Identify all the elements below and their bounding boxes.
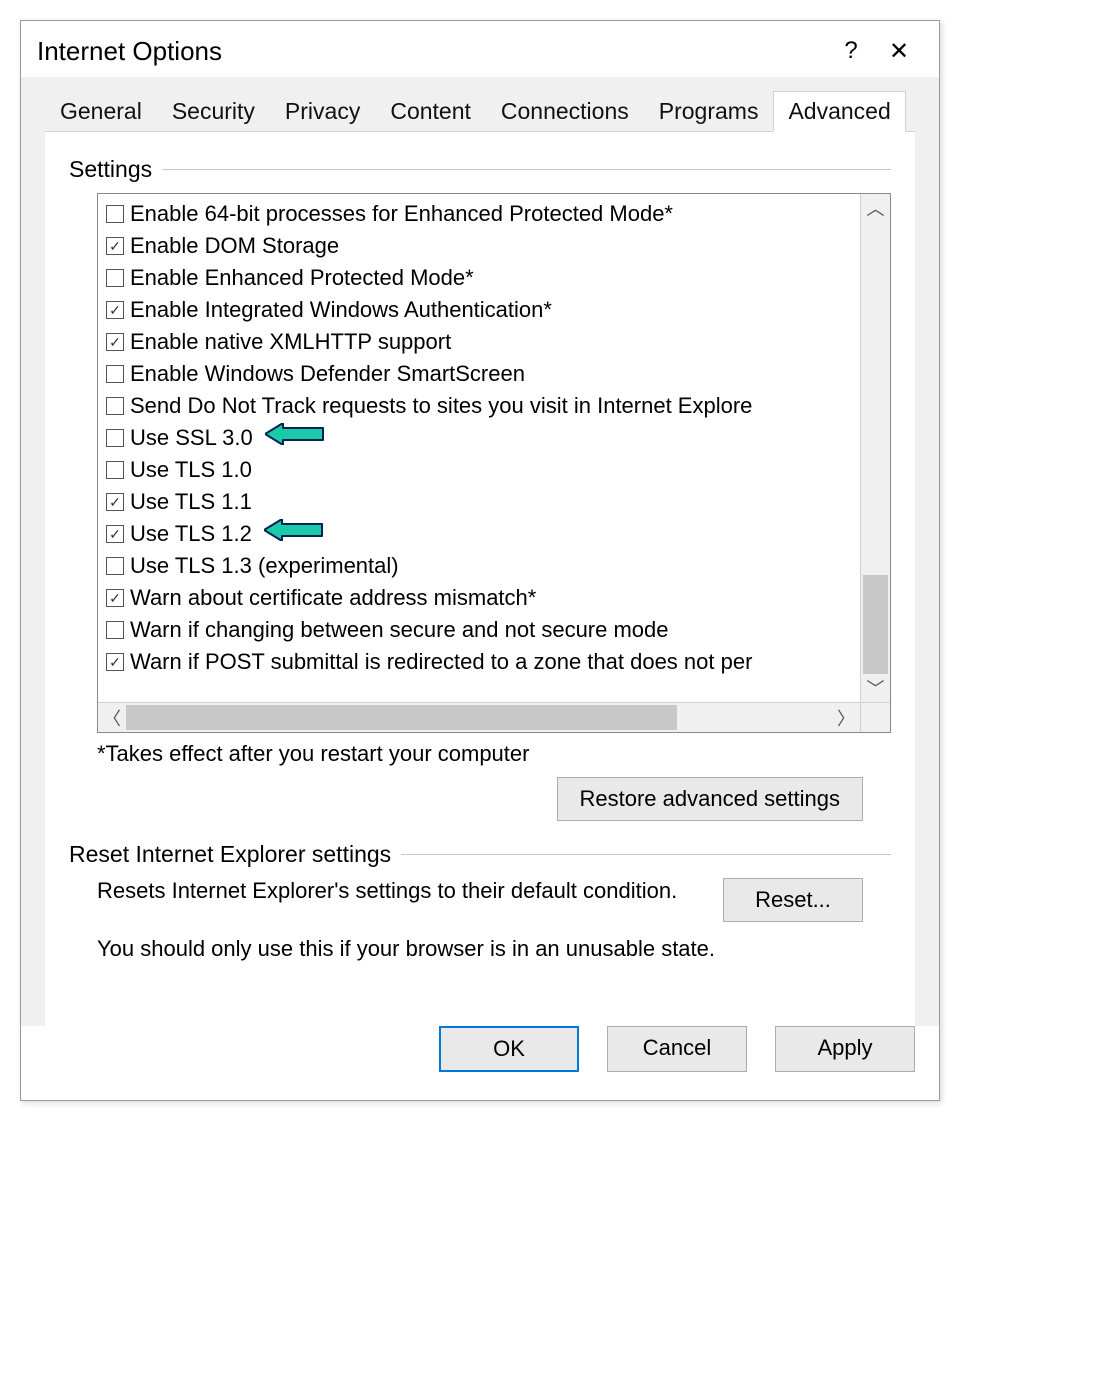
settings-group-header: Settings (69, 156, 891, 183)
settings-item[interactable]: ✓ Warn about certificate address mismatch… (106, 582, 882, 614)
settings-listbox[interactable]: Enable 64-bit processes for Enhanced Pro… (97, 193, 891, 733)
checkbox-icon[interactable] (106, 205, 124, 223)
ok-button[interactable]: OK (439, 1026, 579, 1072)
checkbox-icon[interactable]: ✓ (106, 301, 124, 319)
hscroll-track[interactable] (126, 703, 832, 732)
horizontal-scrollbar[interactable]: 〈 〉 (98, 702, 860, 732)
settings-item[interactable]: ✓ Enable native XMLHTTP support (106, 326, 882, 358)
settings-item[interactable]: Enable 64-bit processes for Enhanced Pro… (106, 198, 882, 230)
tab-strip: GeneralSecurityPrivacyContentConnections… (45, 91, 915, 132)
scroll-left-icon[interactable]: 〈 (98, 703, 126, 732)
checkbox-icon[interactable]: ✓ (106, 333, 124, 351)
divider (162, 169, 891, 170)
settings-item[interactable]: ✓ Enable Integrated Windows Authenticatio… (106, 294, 882, 326)
restore-advanced-button[interactable]: Restore advanced settings (557, 777, 864, 821)
tab-programs[interactable]: Programs (644, 91, 774, 131)
dialog-title: Internet Options (37, 36, 827, 67)
settings-item[interactable]: Warn if changing between secure and not … (106, 614, 882, 646)
cancel-button[interactable]: Cancel (607, 1026, 747, 1072)
settings-item-label: Enable DOM Storage (130, 230, 339, 262)
scroll-down-icon[interactable]: ﹀ (861, 674, 890, 702)
reset-group-header: Reset Internet Explorer settings (69, 841, 891, 868)
checkbox-icon[interactable]: ✓ (106, 653, 124, 671)
settings-item-label: Use TLS 1.0 (130, 454, 252, 486)
settings-item-label: Enable native XMLHTTP support (130, 326, 451, 358)
dialog-buttons: OK Cancel Apply (21, 1026, 939, 1100)
settings-item-label: Enable 64-bit processes for Enhanced Pro… (130, 198, 673, 230)
settings-item-label: Send Do Not Track requests to sites you … (130, 390, 752, 422)
settings-item-label: Use TLS 1.3 (experimental) (130, 550, 399, 582)
checkbox-icon[interactable] (106, 461, 124, 479)
scroll-up-icon[interactable]: ︿ (861, 194, 890, 222)
tab-advanced[interactable]: Advanced (773, 91, 905, 132)
settings-item[interactable]: ✓ Warn if POST submittal is redirected to… (106, 646, 882, 678)
settings-item[interactable]: Enable Windows Defender SmartScreen (106, 358, 882, 390)
settings-item-label: Warn if changing between secure and not … (130, 614, 669, 646)
divider (401, 854, 891, 855)
apply-button[interactable]: Apply (775, 1026, 915, 1072)
settings-item[interactable]: Send Do Not Track requests to sites you … (106, 390, 882, 422)
tab-privacy[interactable]: Privacy (270, 91, 375, 131)
titlebar: Internet Options ? ✕ (21, 21, 939, 77)
settings-item-label: Warn if POST submittal is redirected to … (130, 646, 752, 678)
settings-list-inner: Enable 64-bit processes for Enhanced Pro… (98, 194, 890, 682)
internet-options-dialog: Internet Options ? ✕ GeneralSecurityPriv… (20, 20, 940, 1101)
annotation-arrow-icon (265, 422, 325, 454)
settings-item-label: Use TLS 1.1 (130, 486, 252, 518)
reset-hint: You should only use this if your browser… (97, 936, 863, 962)
reset-label: Reset Internet Explorer settings (69, 841, 391, 868)
hscroll-thumb[interactable] (126, 705, 677, 730)
checkbox-icon[interactable]: ✓ (106, 525, 124, 543)
checkbox-icon[interactable] (106, 621, 124, 639)
tab-security[interactable]: Security (157, 91, 270, 131)
checkbox-icon[interactable]: ✓ (106, 589, 124, 607)
restart-footnote: *Takes effect after you restart your com… (97, 741, 891, 767)
checkbox-icon[interactable]: ✓ (106, 237, 124, 255)
settings-item-label: Enable Enhanced Protected Mode* (130, 262, 474, 294)
checkbox-icon[interactable] (106, 557, 124, 575)
settings-item[interactable]: Enable Enhanced Protected Mode* (106, 262, 882, 294)
checkbox-icon[interactable] (106, 429, 124, 447)
tab-connections[interactable]: Connections (486, 91, 644, 131)
tab-general[interactable]: General (45, 91, 157, 131)
help-icon[interactable]: ? (827, 33, 875, 69)
settings-item[interactable]: Use SSL 3.0 (106, 422, 882, 454)
settings-item[interactable]: ✓ Enable DOM Storage (106, 230, 882, 262)
checkbox-icon[interactable] (106, 269, 124, 287)
tab-content[interactable]: Content (375, 91, 486, 131)
checkbox-icon[interactable]: ✓ (106, 493, 124, 511)
settings-item[interactable]: ✓ Use TLS 1.1 (106, 486, 882, 518)
scroll-corner (860, 702, 890, 732)
settings-item-label: Use TLS 1.2 (130, 518, 252, 550)
settings-item-label: Warn about certificate address mismatch* (130, 582, 536, 614)
close-icon[interactable]: ✕ (875, 33, 923, 69)
settings-label: Settings (69, 156, 152, 183)
vertical-scrollbar[interactable]: ︿ ﹀ (860, 194, 890, 702)
settings-item-label: Enable Windows Defender SmartScreen (130, 358, 525, 390)
settings-item[interactable]: ✓ Use TLS 1.2 (106, 518, 882, 550)
scroll-thumb[interactable] (863, 575, 888, 674)
settings-item-label: Use SSL 3.0 (130, 422, 253, 454)
settings-item[interactable]: Use TLS 1.0 (106, 454, 882, 486)
reset-description: Resets Internet Explorer's settings to t… (97, 878, 699, 904)
tabs-area: GeneralSecurityPrivacyContentConnections… (21, 77, 939, 1026)
scroll-track[interactable] (861, 222, 890, 674)
reset-button[interactable]: Reset... (723, 878, 863, 922)
tab-body-advanced: Settings Enable 64-bit processes for Enh… (45, 132, 915, 1026)
scroll-right-icon[interactable]: 〉 (832, 703, 860, 732)
checkbox-icon[interactable] (106, 365, 124, 383)
settings-item-label: Enable Integrated Windows Authentication… (130, 294, 552, 326)
settings-item[interactable]: Use TLS 1.3 (experimental) (106, 550, 882, 582)
annotation-arrow-icon (264, 518, 324, 550)
checkbox-icon[interactable] (106, 397, 124, 415)
